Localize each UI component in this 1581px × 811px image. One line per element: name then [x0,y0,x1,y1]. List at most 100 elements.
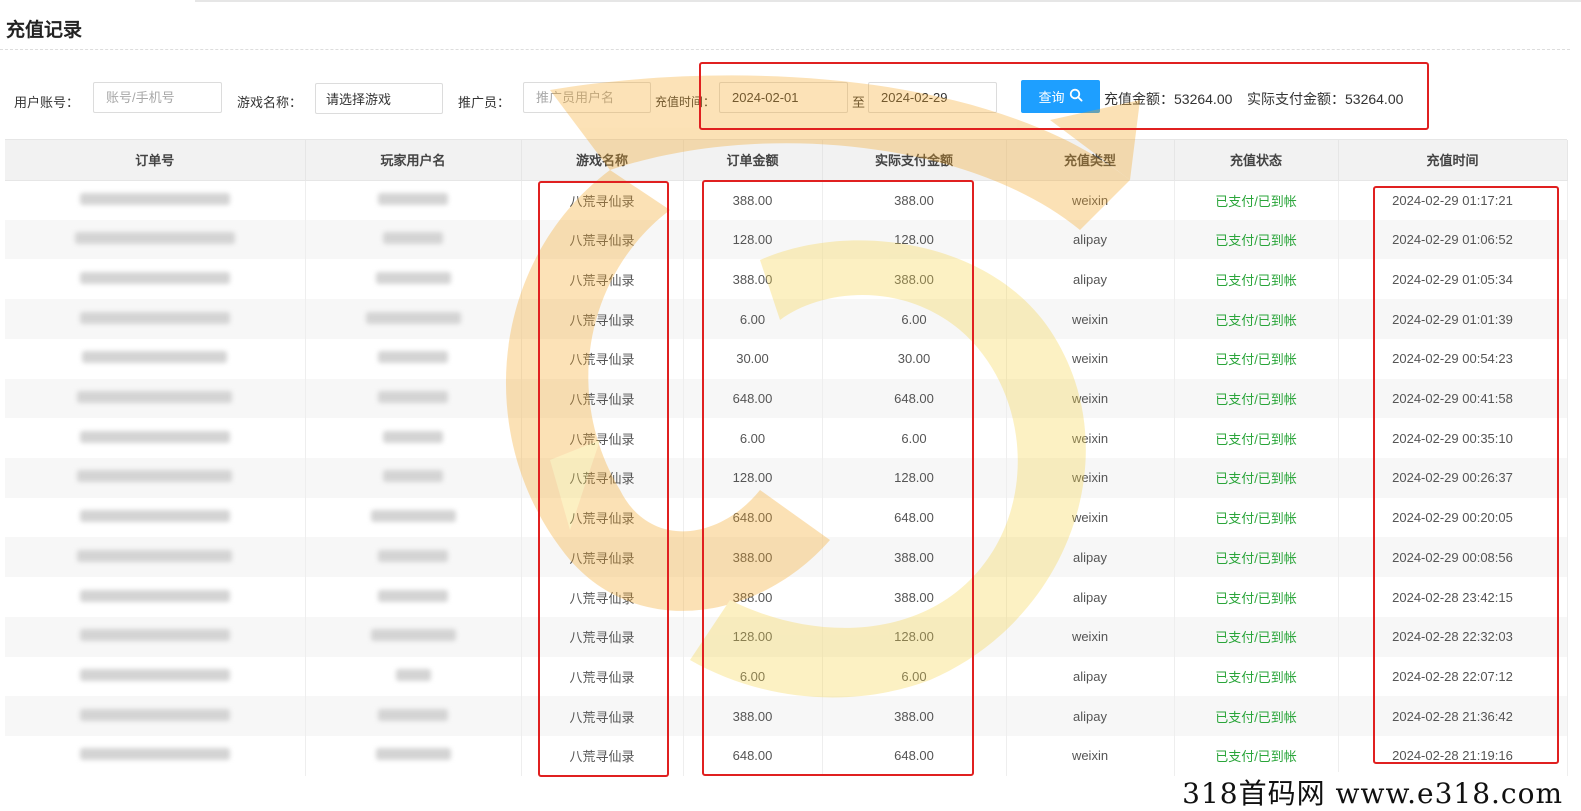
redacted-player-name [378,390,448,403]
col-recharge-type: 充值类型 [1006,140,1175,181]
to-label: 至 [852,95,866,110]
recharge-type-cell: weixin [1006,418,1175,459]
table-row: 八荒寻仙录 648.00 648.00 weixin 已支付/已到帐 2024-02-28… [5,736,1568,776]
order-amount-cell: 6.00 [683,418,823,459]
start-date-input[interactable] [719,82,848,113]
recharge-time-cell: 2024-02-29 00:26:37 [1338,458,1568,498]
recharge-type-cell: weixin [1006,736,1175,776]
game-name-cell: 八荒寻仙录 [521,577,684,617]
redacted-order-id [79,510,230,523]
order-id-cell [5,577,306,617]
recharge-type-cell: weixin [1006,338,1175,379]
game-name-cell: 八荒寻仙录 [521,259,684,300]
player-name-cell [305,299,522,339]
player-name-cell [305,577,522,617]
recharge-status-cell: 已支付/已到帐 [1174,458,1339,498]
game-name-cell: 八荒寻仙录 [521,378,684,419]
paid-amount-cell: 128.00 [822,458,1007,498]
recharge-time-cell: 2024-02-29 00:54:23 [1338,338,1568,379]
recharge-status-cell: 已支付/已到帐 [1174,656,1339,697]
recharge-time-cell: 2024-02-28 22:32:03 [1338,616,1568,657]
recharge-time-cell: 2024-02-29 01:05:34 [1338,259,1568,300]
paid-amount-cell: 6.00 [822,656,1007,697]
col-player-name: 玩家用户名 [305,140,522,181]
table-row: 八荒寻仙录 388.00 388.00 alipay 已支付/已到帐 2024-02-29… [5,537,1568,578]
recharge-time-cell: 2024-02-28 21:19:16 [1338,736,1568,776]
order-id-cell [5,259,306,300]
redacted-player-name [378,192,448,205]
query-button[interactable]: 查询 [1021,80,1100,113]
redacted-player-name [383,430,443,443]
player-name-cell [305,259,522,300]
end-date-input[interactable] [868,82,997,113]
recharge-time-cell: 2024-02-29 00:41:58 [1338,378,1568,419]
redacted-order-id [79,708,230,721]
recharge-type-cell: alipay [1006,219,1175,260]
recharge-table: 订单号 玩家用户名 游戏名称 订单金额 实际支付金额 充值类型 充值状态 充值时… [5,139,1568,776]
paid-amount-cell: 6.00 [822,299,1007,339]
recharge-type-cell: alipay [1006,696,1175,737]
paid-amount-cell: 30.00 [822,338,1007,379]
table-body: 八荒寻仙录 388.00 388.00 weixin 已支付/已到帐 2024-02-29… [5,180,1568,776]
redacted-order-id [79,271,230,284]
site-watermark-text: 318首码网 www.e318.com [1178,772,1567,811]
redacted-player-name [370,629,456,642]
col-recharge-time: 充值时间 [1338,140,1568,181]
game-name-cell: 八荒寻仙录 [521,180,684,220]
promoter-input[interactable] [523,82,651,113]
order-amount-cell: 388.00 [683,180,823,220]
recharge-time-cell: 2024-02-28 22:07:12 [1338,656,1568,697]
paid-amount-cell: 6.00 [822,418,1007,459]
order-amount-cell: 388.00 [683,696,823,737]
game-name-cell: 八荒寻仙录 [521,736,684,776]
table-row: 八荒寻仙录 388.00 388.00 weixin 已支付/已到帐 2024-02-29… [5,180,1568,220]
recharge-time-cell: 2024-02-29 00:08:56 [1338,537,1568,578]
recharge-status-cell: 已支付/已到帐 [1174,219,1339,260]
recharge-status-cell: 已支付/已到帐 [1174,497,1339,538]
recharge-status-cell: 已支付/已到帐 [1174,418,1339,459]
game-name-cell: 八荒寻仙录 [521,616,684,657]
player-name-cell [305,696,522,737]
order-amount-cell: 30.00 [683,338,823,379]
game-select[interactable]: 请选择游戏 [315,83,443,114]
paid-amount-cell: 388.00 [822,180,1007,220]
order-id-cell [5,656,306,697]
paid-amount-cell: 388.00 [822,259,1007,300]
recharge-status-cell: 已支付/已到帐 [1174,378,1339,419]
redacted-player-name [375,748,451,761]
order-amount-cell: 128.00 [683,616,823,657]
table-row: 八荒寻仙录 648.00 648.00 weixin 已支付/已到帐 2024-02-29… [5,378,1568,419]
top-border-line [195,0,1581,2]
table-row: 八荒寻仙录 648.00 648.00 weixin 已支付/已到帐 2024-02-29… [5,497,1568,538]
col-paid-amount: 实际支付金额 [822,140,1007,181]
order-amount-cell: 648.00 [683,736,823,776]
game-name-cell: 八荒寻仙录 [521,537,684,578]
recharge-type-cell: weixin [1006,180,1175,220]
redacted-player-name [365,311,461,324]
account-input[interactable] [93,82,222,113]
recharge-type-cell: weixin [1006,616,1175,657]
order-id-cell [5,736,306,776]
paid-amount-cell: 648.00 [822,497,1007,538]
redacted-order-id [77,390,233,403]
game-name-cell: 八荒寻仙录 [521,418,684,459]
order-id-cell [5,299,306,339]
order-id-cell [5,497,306,538]
redacted-player-name [383,470,443,483]
game-name-cell: 八荒寻仙录 [521,458,684,498]
order-id-cell [5,696,306,737]
recharge-type-cell: weixin [1006,458,1175,498]
player-name-cell [305,656,522,697]
title-divider [0,49,1570,50]
paid-amount-cell: 388.00 [822,696,1007,737]
recharge-status-cell: 已支付/已到帐 [1174,696,1339,737]
redacted-order-id [79,629,230,642]
order-amount-cell: 388.00 [683,537,823,578]
table-row: 八荒寻仙录 388.00 388.00 alipay 已支付/已到帐 2024-02-29… [5,259,1568,300]
recharge-status-cell: 已支付/已到帐 [1174,616,1339,657]
redacted-player-name [370,510,456,523]
recharge-time-cell: 2024-02-29 00:35:10 [1338,418,1568,459]
col-order-amount: 订单金额 [683,140,823,181]
order-id-cell [5,338,306,379]
recharge-status-cell: 已支付/已到帐 [1174,299,1339,339]
